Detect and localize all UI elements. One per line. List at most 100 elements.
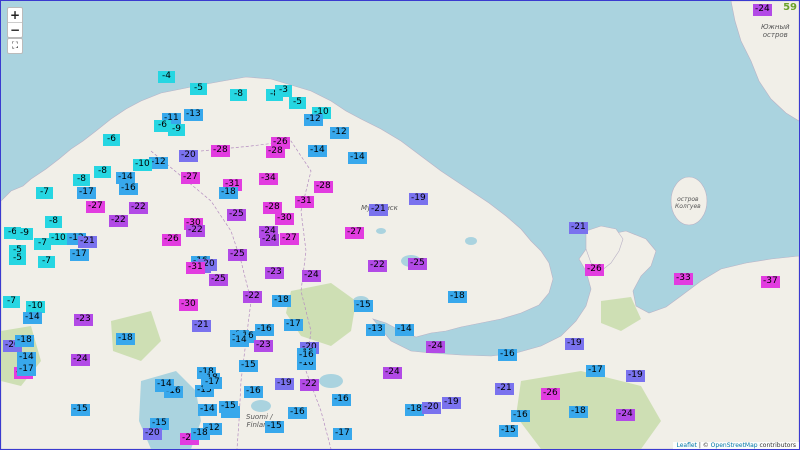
temperature-marker[interactable]: -31 (295, 196, 314, 208)
temperature-marker[interactable]: -34 (259, 173, 278, 185)
temperature-marker[interactable]: -24 (616, 409, 635, 421)
fullscreen-button[interactable]: ⛶ (7, 38, 23, 54)
temperature-marker[interactable]: -24 (426, 341, 445, 353)
weather-map[interactable]: + − ⛶ 59 Южный остров остров Колгуев Мур… (0, 0, 800, 450)
temperature-marker[interactable]: -18 (219, 187, 238, 199)
temperature-marker[interactable]: -16 (288, 407, 307, 419)
temperature-marker[interactable]: -19 (409, 193, 428, 205)
temperature-marker[interactable]: -18 (116, 333, 135, 345)
temperature-marker[interactable]: -24 (260, 234, 279, 246)
temperature-marker[interactable]: -13 (184, 109, 203, 121)
temperature-marker[interactable]: -28 (314, 181, 333, 193)
temperature-marker[interactable]: -27 (86, 201, 105, 213)
temperature-marker[interactable]: -22 (186, 225, 205, 237)
temperature-marker[interactable]: -16 (332, 394, 351, 406)
temperature-marker[interactable]: -12 (330, 127, 349, 139)
temperature-marker[interactable]: -16 (297, 350, 316, 362)
temperature-marker[interactable]: -8 (94, 166, 111, 178)
temperature-marker[interactable]: -22 (368, 260, 387, 272)
temperature-marker[interactable]: -14 (308, 145, 327, 157)
temperature-marker[interactable]: -14 (230, 335, 249, 347)
temperature-marker[interactable]: -23 (265, 267, 284, 279)
temperature-marker[interactable]: -3 (275, 85, 292, 97)
temperature-marker[interactable]: -24 (383, 367, 402, 379)
temperature-marker[interactable]: -21 (192, 320, 211, 332)
temperature-marker[interactable]: -37 (761, 276, 780, 288)
temperature-marker[interactable]: -4 (158, 71, 175, 83)
temperature-marker[interactable]: -18 (272, 295, 291, 307)
temperature-marker[interactable]: -15 (499, 425, 518, 437)
zoom-in-button[interactable]: + (8, 8, 22, 22)
temperature-marker[interactable]: -16 (255, 324, 274, 336)
temperature-marker[interactable]: -27 (345, 227, 364, 239)
temperature-marker[interactable]: -14 (23, 312, 42, 324)
temperature-marker[interactable]: -5 (289, 97, 306, 109)
temperature-marker[interactable]: -17 (284, 319, 303, 331)
temperature-marker[interactable]: -30 (275, 213, 294, 225)
temperature-marker[interactable]: -17 (77, 187, 96, 199)
temperature-marker[interactable]: -15 (71, 404, 90, 416)
zoom-out-button[interactable]: − (8, 22, 22, 37)
temperature-marker[interactable]: -24 (753, 4, 772, 16)
temperature-marker[interactable]: -26 (162, 234, 181, 246)
temperature-marker[interactable]: -15 (354, 300, 373, 312)
temperature-marker[interactable]: -26 (585, 264, 604, 276)
temperature-marker[interactable]: -18 (448, 291, 467, 303)
temperature-marker[interactable]: -25 (209, 274, 228, 286)
temperature-marker[interactable]: -24 (71, 354, 90, 366)
temperature-marker[interactable]: -19 (275, 378, 294, 390)
temperature-marker[interactable]: -7 (36, 187, 53, 199)
temperature-marker[interactable]: -27 (181, 172, 200, 184)
temperature-marker[interactable]: -21 (495, 383, 514, 395)
temperature-marker[interactable]: -28 (211, 145, 230, 157)
osm-link[interactable]: OpenStreetMap (711, 442, 758, 449)
temperature-marker[interactable]: -9 (168, 124, 185, 136)
temperature-marker[interactable]: -19 (565, 338, 584, 350)
temperature-marker[interactable]: -8 (230, 89, 247, 101)
temperature-marker[interactable]: -5 (9, 253, 26, 265)
temperature-marker[interactable]: -7 (34, 238, 51, 250)
temperature-marker[interactable]: -20 (422, 402, 441, 414)
temperature-marker[interactable]: -14 (348, 152, 367, 164)
temperature-marker[interactable]: -10 (133, 159, 152, 171)
temperature-marker[interactable]: -21 (78, 236, 97, 248)
temperature-marker[interactable]: -18 (15, 335, 34, 347)
temperature-marker[interactable]: -12 (149, 157, 168, 169)
temperature-marker[interactable]: -18 (405, 404, 424, 416)
temperature-marker[interactable]: -15 (219, 401, 238, 413)
temperature-marker[interactable]: -22 (129, 202, 148, 214)
temperature-marker[interactable]: -17 (17, 364, 36, 376)
temperature-marker[interactable]: -22 (300, 379, 319, 391)
temperature-marker[interactable]: -33 (674, 273, 693, 285)
temperature-marker[interactable]: -21 (369, 204, 388, 216)
temperature-marker[interactable]: -30 (179, 299, 198, 311)
temperature-marker[interactable]: -25 (227, 209, 246, 221)
temperature-marker[interactable]: -17 (203, 377, 222, 389)
temperature-marker[interactable]: -22 (243, 291, 262, 303)
temperature-marker[interactable]: -14 (395, 324, 414, 336)
temperature-marker[interactable]: -18 (191, 428, 210, 440)
temperature-marker[interactable]: -22 (109, 215, 128, 227)
temperature-marker[interactable]: -15 (239, 360, 258, 372)
temperature-marker[interactable]: -20 (179, 150, 198, 162)
temperature-marker[interactable]: -9 (16, 228, 33, 240)
temperature-marker[interactable]: -16 (511, 410, 530, 422)
temperature-marker[interactable]: -23 (254, 340, 273, 352)
temperature-marker[interactable]: -25 (228, 249, 247, 261)
temperature-marker[interactable]: -16 (244, 386, 263, 398)
temperature-marker[interactable]: -18 (569, 406, 588, 418)
temperature-marker[interactable]: -15 (265, 421, 284, 433)
leaflet-link[interactable]: Leaflet (676, 442, 696, 449)
temperature-marker[interactable]: -14 (198, 404, 217, 416)
temperature-marker[interactable]: -17 (333, 428, 352, 440)
temperature-marker[interactable]: -14 (155, 379, 174, 391)
temperature-marker[interactable]: -7 (3, 296, 20, 308)
temperature-marker[interactable]: -27 (280, 233, 299, 245)
temperature-marker[interactable]: -13 (366, 324, 385, 336)
temperature-marker[interactable]: -6 (103, 134, 120, 146)
temperature-marker[interactable]: -5 (190, 83, 207, 95)
temperature-marker[interactable]: -17 (586, 365, 605, 377)
temperature-marker[interactable]: -8 (45, 216, 62, 228)
temperature-marker[interactable]: -8 (73, 174, 90, 186)
temperature-marker[interactable]: -12 (304, 114, 323, 126)
